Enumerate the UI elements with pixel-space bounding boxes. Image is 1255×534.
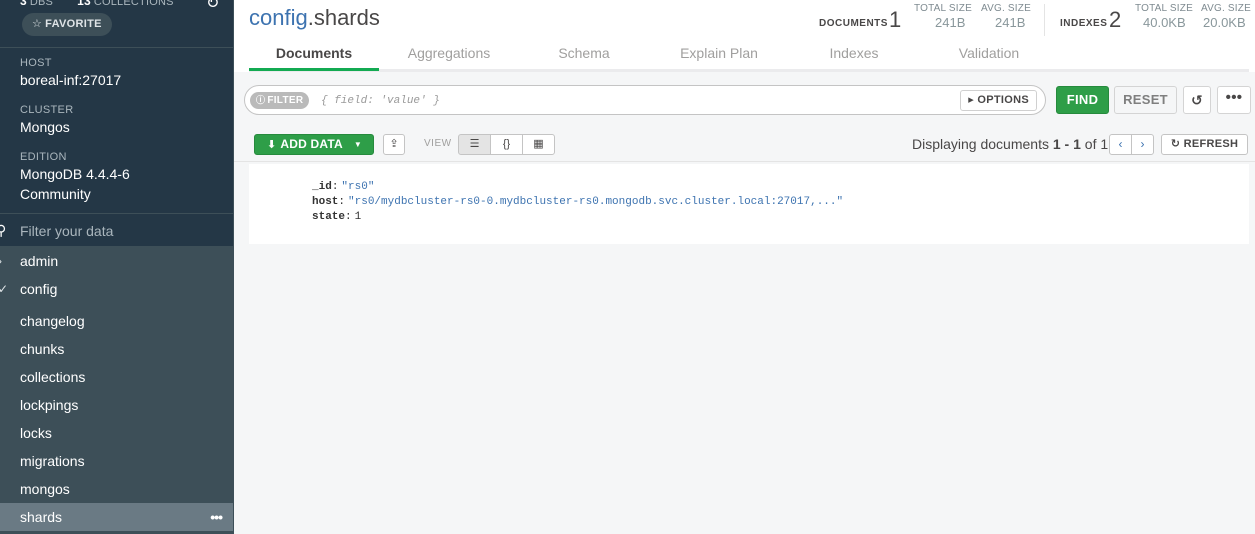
- favorite-button[interactable]: ☆ FAVORITE: [22, 13, 112, 36]
- sidebar-item-lockpings[interactable]: lockpings: [0, 391, 233, 419]
- sidebar-item-config[interactable]: ✓config: [0, 275, 233, 303]
- range-end: 1: [1073, 136, 1081, 152]
- tab-documents[interactable]: Documents: [249, 45, 379, 61]
- idx-total-size: 40.0KB: [1143, 15, 1186, 30]
- edition-value: MongoDB 4.4.4-6 Community: [20, 166, 130, 202]
- collections-count: 13: [77, 0, 91, 8]
- list-view-button[interactable]: ☰: [458, 134, 491, 155]
- query-history-button[interactable]: ↺: [1183, 86, 1211, 114]
- filter-input[interactable]: [321, 92, 841, 110]
- database-list: ›admin ✓config changelog chunks collecti…: [0, 247, 233, 534]
- header-divider: [1044, 4, 1045, 36]
- doc-avg-size: 241B: [995, 15, 1026, 30]
- collections-label: COLLECTIONS: [93, 0, 174, 8]
- sidebar-item-shards[interactable]: shards •••: [0, 503, 233, 531]
- doc-total-size: 241B: [935, 15, 966, 30]
- prev-page-button[interactable]: ‹: [1109, 134, 1132, 155]
- sidebar-filter: ⚲: [0, 213, 233, 247]
- download-icon: ⬇: [267, 139, 277, 151]
- dbs-label: DBS: [29, 0, 54, 8]
- sidebar-item-admin[interactable]: ›admin: [0, 247, 233, 275]
- refresh-button[interactable]: ↻ REFRESH: [1161, 134, 1248, 155]
- idx-total-size-label: TOTAL SIZE: [1135, 3, 1193, 14]
- instance-info: HOST boreal-inf:27017 CLUSTER Mongos EDI…: [0, 47, 233, 210]
- sidebar-item-changelog[interactable]: changelog: [0, 307, 233, 335]
- documents-label: DOCUMENTS: [819, 18, 888, 29]
- chevron-left-icon: ‹: [1118, 137, 1123, 151]
- compass-window: 3 DBS 13 COLLECTIONS ↻ ☆ FAVORITE HOST borea…: [0, 0, 1255, 534]
- collection-name: .shards: [307, 5, 380, 30]
- refresh-icon: ↻: [1170, 138, 1184, 150]
- info-icon: ⓘ: [256, 95, 266, 105]
- sidebar-item-mongos[interactable]: mongos: [0, 475, 233, 503]
- tab-indexes[interactable]: Indexes: [799, 45, 909, 61]
- caret-right-icon: ▸: [968, 94, 978, 106]
- pagination-buttons: ‹ ›: [1109, 134, 1154, 155]
- tab-schema[interactable]: Schema: [529, 45, 639, 61]
- documents-count: 1: [889, 7, 902, 32]
- range-start: 1: [1052, 136, 1061, 152]
- sidebar-item-locks[interactable]: locks: [0, 419, 233, 447]
- next-page-button[interactable]: ›: [1131, 134, 1154, 155]
- filter-pill: ⓘ FILTER: [250, 92, 310, 109]
- json-view-button[interactable]: {}: [490, 134, 523, 155]
- caret-down-icon: ▼: [353, 140, 362, 149]
- upload-icon: ⇪: [389, 138, 399, 150]
- refresh-instance-icon[interactable]: ↻: [206, 0, 219, 13]
- cluster-label: CLUSTER: [20, 104, 74, 116]
- document-field-state[interactable]: state: 1: [312, 210, 361, 224]
- reset-button[interactable]: RESET: [1114, 86, 1177, 114]
- sidebar-item-chunks[interactable]: chunks: [0, 335, 233, 363]
- chevron-down-icon: ✓: [0, 275, 8, 303]
- host-label: HOST: [20, 57, 52, 69]
- document-field-id[interactable]: _id: "rs0": [312, 180, 374, 194]
- namespace-title: config.shards: [249, 5, 380, 31]
- add-data-button[interactable]: ⬇ ADD DATA ▼: [254, 134, 374, 155]
- edition-label: EDITION: [20, 151, 67, 163]
- dbs-count: 3: [20, 0, 27, 8]
- table-icon: ▦: [533, 138, 544, 150]
- tab-validation[interactable]: Validation: [929, 45, 1049, 61]
- active-tab-indicator: [249, 68, 379, 71]
- star-icon: ☆: [32, 18, 43, 30]
- indexes-count: 2: [1109, 7, 1122, 32]
- view-toggle: ☰ {} ▦: [458, 134, 555, 155]
- options-button[interactable]: ▸ OPTIONS: [960, 90, 1037, 111]
- tab-aggregations[interactable]: Aggregations: [389, 45, 509, 61]
- more-options-button[interactable]: •••: [1217, 86, 1251, 114]
- instance-stats: 3 DBS 13 COLLECTIONS: [20, 0, 174, 8]
- collection-tabs: Documents Aggregations Schema Explain Pl…: [249, 40, 1249, 72]
- chevron-right-icon: ›: [1140, 137, 1145, 151]
- idx-avg-size-label: AVG. SIZE: [1201, 3, 1251, 14]
- favorite-label: FAVORITE: [45, 18, 102, 30]
- database-name: config: [249, 5, 308, 30]
- ellipsis-icon: •••: [1225, 89, 1243, 106]
- sidebar-item-collections[interactable]: collections: [0, 363, 233, 391]
- chevron-right-icon: ›: [0, 247, 2, 275]
- list-icon: ☰: [469, 138, 480, 150]
- find-button[interactable]: FIND: [1056, 86, 1109, 114]
- tab-explain-plan[interactable]: Explain Plan: [659, 45, 779, 61]
- search-icon: ⚲: [0, 222, 6, 239]
- history-icon: ↺: [1190, 92, 1204, 108]
- braces-icon: {}: [502, 138, 511, 150]
- export-button[interactable]: ⇪: [383, 134, 405, 155]
- doc-avg-size-label: AVG. SIZE: [981, 3, 1031, 14]
- host-value: boreal-inf:27017: [20, 72, 122, 88]
- doc-total-size-label: TOTAL SIZE: [914, 3, 972, 14]
- cluster-value: Mongos: [20, 119, 70, 135]
- table-view-button[interactable]: ▦: [522, 134, 555, 155]
- sidebar-filter-input[interactable]: [20, 221, 220, 241]
- total-count: 1: [1100, 136, 1109, 152]
- query-bar: ⓘFILTER ▸ OPTIONS: [244, 85, 1046, 115]
- view-label: VIEW: [424, 138, 452, 149]
- more-options-icon[interactable]: •••: [210, 503, 223, 531]
- pagination-summary: Displaying documents 1 - 1 of 1: [912, 136, 1109, 152]
- sidebar: 3 DBS 13 COLLECTIONS ↻ ☆ FAVORITE HOST borea…: [0, 0, 234, 534]
- sidebar-item-migrations[interactable]: migrations: [0, 447, 233, 475]
- filter-label: FILTER: [267, 95, 304, 106]
- idx-avg-size: 20.0KB: [1203, 15, 1246, 30]
- document-field-host[interactable]: host: "rs0/mydbcluster-rs0-0.mydbcluster-…: [312, 195, 843, 209]
- indexes-label: INDEXES: [1060, 18, 1108, 29]
